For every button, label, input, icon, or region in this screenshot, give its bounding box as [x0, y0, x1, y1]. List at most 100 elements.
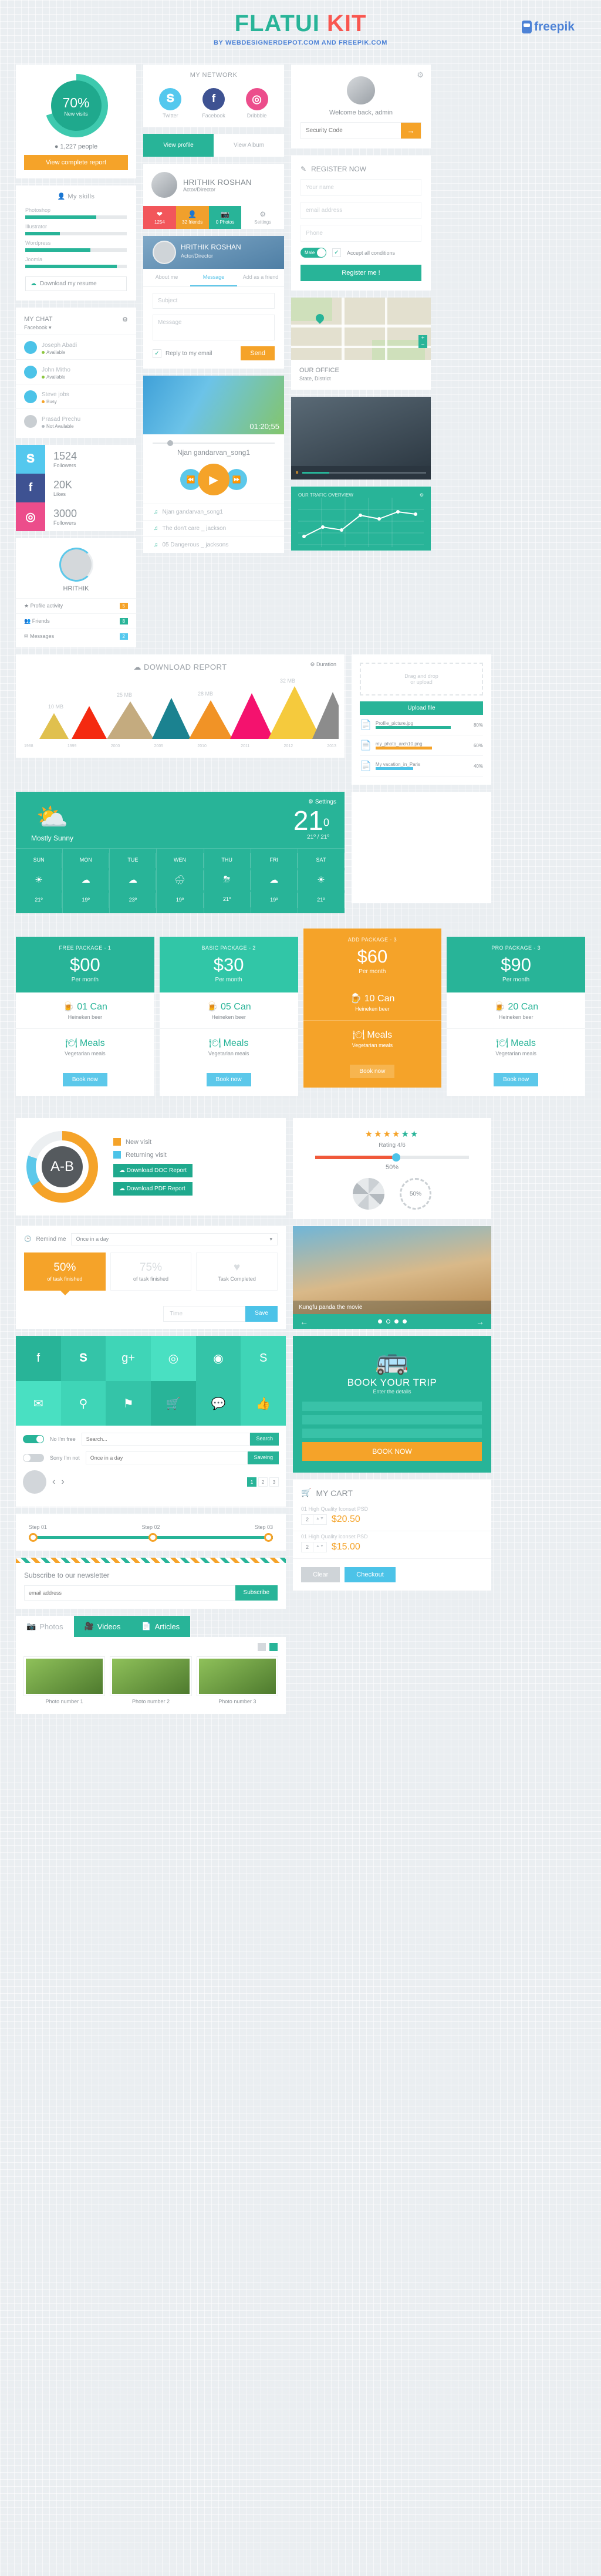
twitter-icon[interactable]: 𝐒: [60, 1336, 106, 1381]
search-input[interactable]: [81, 1433, 251, 1446]
activity-item[interactable]: 👥 Friends 8: [16, 613, 136, 629]
rating-slider[interactable]: [315, 1153, 469, 1162]
toggle-off[interactable]: [23, 1454, 44, 1463]
tab-add-friend[interactable]: Add as a friend: [237, 269, 284, 286]
search-icon[interactable]: ⚲: [60, 1380, 106, 1426]
page-button[interactable]: 1: [247, 1477, 256, 1487]
play-button[interactable]: ▶: [198, 464, 229, 495]
subscribe-button[interactable]: Subscribe: [235, 1585, 278, 1601]
drop-zone[interactable]: Drag and drop or upload: [360, 663, 483, 696]
book-now-button[interactable]: BOOK NOW: [302, 1442, 482, 1461]
duration-button[interactable]: ⚙ Duration: [310, 661, 336, 668]
video-thumbnail[interactable]: [291, 397, 431, 466]
tab-view-album[interactable]: View Album: [214, 134, 284, 157]
send-button[interactable]: Send: [241, 346, 275, 360]
toggle-on[interactable]: [23, 1435, 44, 1444]
dribbble-icon[interactable]: ◎: [151, 1336, 196, 1381]
star-rating[interactable]: ★★★★★★: [301, 1129, 483, 1139]
register-phone-input[interactable]: Phone: [300, 225, 421, 242]
book-now-button[interactable]: Book now: [62, 1073, 107, 1086]
download-doc-button[interactable]: ☁ Download DOC Report: [113, 1164, 193, 1177]
checkout-button[interactable]: Checkout: [345, 1567, 396, 1582]
reply-checkbox[interactable]: ✓: [153, 349, 161, 358]
list-item[interactable]: Steve jobs Busy: [16, 384, 136, 408]
arrow-right-icon[interactable]: ›: [61, 1477, 64, 1487]
clear-cart-button[interactable]: Clear: [301, 1567, 340, 1582]
tab-articles[interactable]: 📄 Articles: [131, 1616, 191, 1638]
arrow-right-icon[interactable]: →: [476, 1317, 484, 1326]
grid-view-icon[interactable]: [269, 1643, 278, 1652]
trip-input[interactable]: [302, 1415, 482, 1424]
chat-source[interactable]: Facebook ▾: [16, 325, 136, 335]
saveing-button[interactable]: Saveing: [248, 1451, 279, 1465]
track-item[interactable]: ♫ The don't care _ jackson: [143, 520, 284, 536]
activity-item[interactable]: ✉ Messages 2: [16, 629, 136, 644]
list-item[interactable]: John Mitho Available: [16, 359, 136, 384]
search-button[interactable]: Search: [250, 1433, 279, 1446]
reminder-select[interactable]: Once in a day ▾: [70, 1233, 278, 1245]
security-code-input[interactable]: [301, 123, 401, 139]
tab-view-profile[interactable]: View profile: [143, 134, 214, 157]
newsletter-email-input[interactable]: [24, 1585, 235, 1601]
gear-icon[interactable]: ⚙: [122, 316, 128, 323]
steps-progress[interactable]: [29, 1533, 273, 1542]
upload-file-button[interactable]: Upload file: [360, 701, 483, 715]
register-button[interactable]: Register me !: [300, 265, 421, 281]
page-button[interactable]: 3: [269, 1477, 279, 1487]
network-item-twitter[interactable]: 𝐒 Twitter: [159, 88, 182, 119]
weather-settings-button[interactable]: ⚙ Settings: [308, 799, 336, 805]
list-view-icon[interactable]: [258, 1643, 266, 1652]
arrow-left-icon[interactable]: ←: [300, 1317, 308, 1326]
gear-icon[interactable]: ⚙: [417, 70, 424, 80]
slider-dot[interactable]: [386, 1319, 390, 1324]
arrow-left-icon[interactable]: ‹: [52, 1477, 55, 1487]
slider-dot[interactable]: [394, 1319, 399, 1324]
network-item-dribbble[interactable]: ◎ Dribbble: [245, 88, 268, 119]
skype-icon[interactable]: S: [241, 1336, 286, 1381]
trip-input[interactable]: [302, 1402, 482, 1411]
download-pdf-button[interactable]: ☁ Download PDF Report: [113, 1182, 193, 1196]
tab-videos[interactable]: 🎥 Videos: [73, 1616, 131, 1638]
select-input[interactable]: [85, 1451, 248, 1465]
page-button[interactable]: 2: [258, 1477, 268, 1487]
book-now-button[interactable]: Book now: [494, 1073, 539, 1086]
thumbs-up-icon[interactable]: 👍: [241, 1380, 286, 1426]
player-seekbar[interactable]: [153, 440, 275, 446]
profile-settings[interactable]: ⚙ Settings: [241, 206, 284, 229]
rss-icon[interactable]: ◉: [195, 1336, 241, 1381]
book-now-button[interactable]: Book now: [206, 1073, 251, 1086]
book-now-button[interactable]: Book now: [350, 1065, 395, 1078]
gender-toggle[interactable]: Male: [300, 248, 326, 258]
map-zoom-controls[interactable]: + −: [418, 335, 427, 348]
profile-likes[interactable]: ❤ 1254: [143, 206, 176, 229]
track-item[interactable]: ♫ 05 Dangerous _ jacksons: [143, 536, 284, 553]
subject-input[interactable]: Subject: [153, 293, 275, 309]
color-swatch[interactable]: [23, 1470, 46, 1494]
save-button[interactable]: Save: [245, 1306, 278, 1322]
photo-item[interactable]: Photo number 2: [110, 1656, 192, 1704]
time-input[interactable]: Time: [163, 1306, 246, 1322]
register-name-input[interactable]: Your name: [300, 179, 421, 196]
map[interactable]: + −: [291, 298, 431, 360]
google-plus-icon[interactable]: g+: [106, 1336, 151, 1381]
facebook-icon[interactable]: f: [16, 1336, 61, 1381]
message-input[interactable]: Message: [153, 315, 275, 340]
mail-icon[interactable]: ✉: [16, 1380, 61, 1426]
profile-friends[interactable]: 👤 32 friends: [175, 206, 209, 229]
photo-item[interactable]: Photo number 1: [23, 1656, 106, 1704]
register-email-input[interactable]: email address: [300, 202, 421, 219]
profile-photos[interactable]: 📷 0 Photos: [208, 206, 242, 229]
video-play-icon[interactable]: ⏸: [296, 470, 299, 476]
download-resume-button[interactable]: ☁ Download my resume: [25, 276, 127, 291]
network-item-facebook[interactable]: f Facebook: [202, 88, 225, 119]
chat-icon[interactable]: 💬: [195, 1380, 241, 1426]
trip-input[interactable]: [302, 1429, 482, 1438]
tab-photos[interactable]: 📷 Photos: [16, 1616, 74, 1638]
photo-item[interactable]: Photo number 3: [196, 1656, 278, 1704]
cart-icon[interactable]: 🛒: [151, 1380, 196, 1426]
view-complete-report-button[interactable]: View complete report: [24, 155, 128, 170]
location-icon[interactable]: ⚑: [106, 1380, 151, 1426]
conditions-checkbox[interactable]: ✓: [332, 248, 341, 257]
gear-icon[interactable]: ⚙: [420, 492, 424, 498]
login-submit-button[interactable]: →: [401, 123, 421, 139]
